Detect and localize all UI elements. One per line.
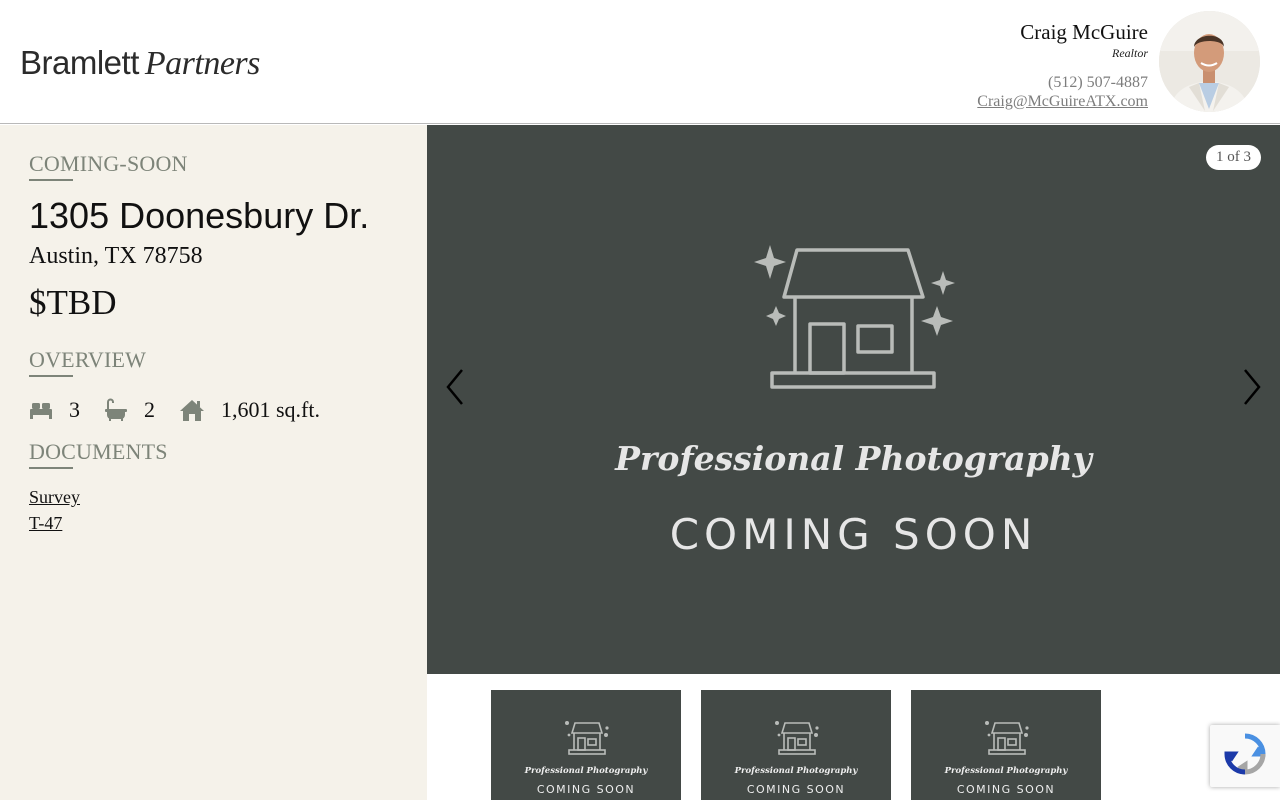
house-icon [179,398,205,422]
recaptcha-icon [1223,732,1267,781]
agent-email-link[interactable]: Craig@McGuireATX.com [977,93,1148,111]
bathtub-icon [104,398,128,422]
agent-title: Realtor [1112,46,1148,60]
listing-status: COMING-SOON [29,151,188,181]
baths-count: 2 [144,397,155,422]
document-link-survey[interactable]: Survey [29,487,80,508]
slide-title: Professional Photography [615,439,1092,478]
house-sparkle-thumb-icon [565,721,609,755]
brand-logo[interactable]: Bramlett Partners [20,44,260,83]
agent-avatar [1159,11,1260,112]
thumbnail-title: Professional Photography [524,766,648,776]
photo-gallery[interactable]: Professional Photography COMING SOON 1 o… [427,125,1280,674]
house-sparkle-illustration [754,245,955,389]
logo-text-secondary: Partners [144,45,261,82]
square-footage: 1,601 sq.ft. [221,397,320,422]
listing-details-panel: COMING-SOON 1305 Doonesbury Dr. Austin, … [0,125,427,800]
agent-contact: Craig McGuire Realtor (512) 507-4887 Cra… [977,18,1148,111]
slide-counter: 1 of 3 [1206,145,1261,170]
listing-stats: 3 2 1,601 sq.ft. [29,395,344,425]
thumbnail-item[interactable]: Professional Photography COMING SOON [701,690,891,800]
thumbnail-title: Professional Photography [944,766,1068,776]
thumbnail-subtitle: COMING SOON [746,783,846,796]
listing-price: $TBD [29,283,117,322]
agent-phone[interactable]: (512) 507-4887 [977,73,1148,93]
thumbnail-subtitle: COMING SOON [536,783,636,796]
chevron-right-icon[interactable] [1242,367,1264,412]
slide-subtitle: COMING SOON [669,510,1038,559]
chevron-left-icon[interactable] [443,367,465,412]
beds-count: 3 [69,397,80,422]
recaptcha-badge[interactable] [1210,725,1280,787]
listing-city: Austin, TX 78758 [29,243,203,269]
agent-name: Craig McGuire [1020,20,1148,44]
thumbnail-item[interactable]: Professional Photography COMING SOON [911,690,1101,800]
thumbnail-subtitle: COMING SOON [956,783,1056,796]
house-sparkle-thumb-icon [985,721,1029,755]
thumbnail-title: Professional Photography [734,766,858,776]
thumbnail-strip: Professional Photography COMING SOON Pro… [427,674,1280,800]
listing-address: 1305 Doonesbury Dr. [29,195,370,236]
house-sparkle-thumb-icon [775,721,819,755]
logo-text-primary: Bramlett [20,44,139,81]
bed-icon [29,400,53,420]
site-header: Bramlett Partners Craig McGuire Realtor (… [0,0,1280,124]
thumbnail-item[interactable]: Professional Photography COMING SOON [491,690,681,800]
overview-heading: OVERVIEW [29,347,147,377]
documents-heading: DOCUMENTS [29,439,168,469]
document-link-t47[interactable]: T-47 [29,513,62,534]
